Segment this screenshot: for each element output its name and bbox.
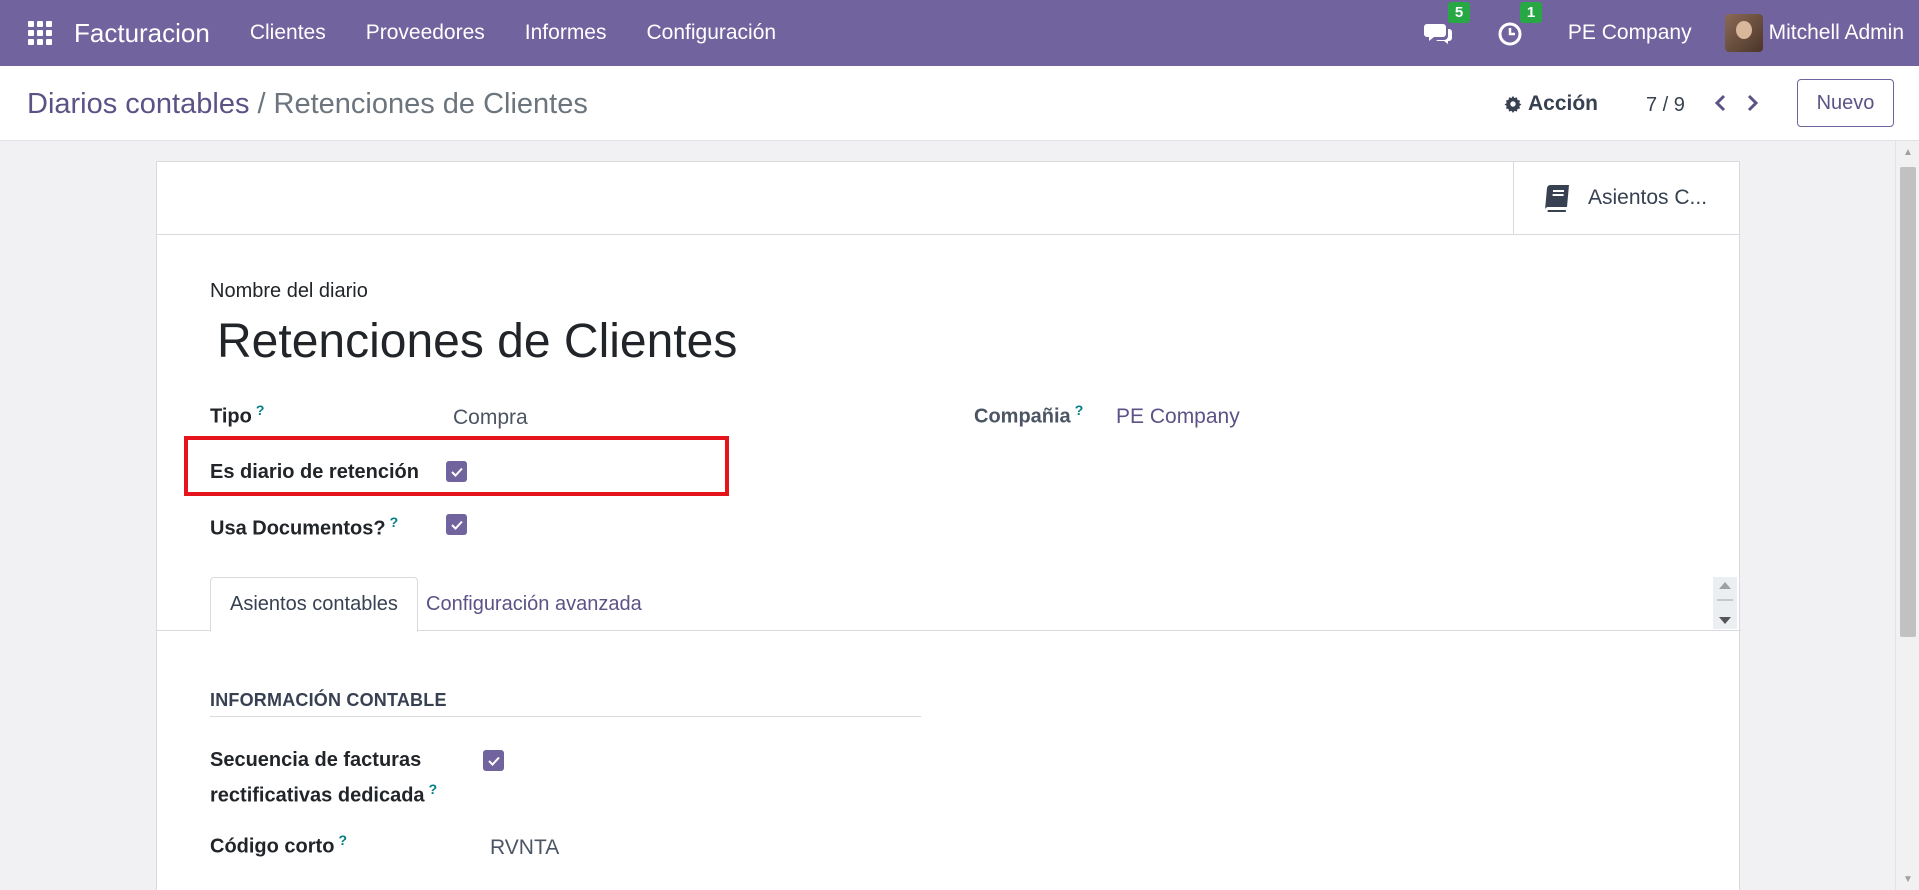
activities-badge: 1	[1519, 2, 1543, 23]
breadcrumb-separator: /	[257, 88, 266, 120]
messages-icon[interactable]: 5	[1423, 2, 1471, 48]
top-navbar: Facturacion Clientes Proveedores Informe…	[0, 0, 1919, 66]
use-documents-checkbox[interactable]	[446, 514, 467, 535]
control-panel: Diarios contables / Retenciones de Cliente…	[0, 66, 1919, 141]
company-label: Compañia?	[974, 402, 1083, 429]
notebook-tabs: Asientos contables Configuración avanzad…	[157, 577, 1741, 632]
type-help-icon[interactable]: ?	[256, 402, 265, 418]
menu-informes[interactable]: Informes	[505, 21, 627, 45]
gear-icon	[1504, 95, 1522, 113]
journal-entries-smart-button[interactable]: Asientos C...	[1513, 162, 1739, 234]
form-sheet: Asientos C... Nombre del diario Retencio…	[156, 161, 1741, 890]
journal-name-label: Nombre del diario	[210, 280, 368, 302]
use-documents-help-icon[interactable]: ?	[390, 514, 399, 530]
tab-journal-entries[interactable]: Asientos contables	[210, 577, 418, 632]
withholding-journal-checkbox[interactable]	[446, 461, 467, 482]
type-label: Tipo?	[210, 402, 264, 429]
new-button[interactable]: Nuevo	[1797, 79, 1894, 127]
short-code-field[interactable]: RVNTA	[490, 836, 559, 860]
breadcrumb: Diarios contables / Retenciones de Cliente…	[27, 88, 588, 121]
apps-menu-icon[interactable]	[28, 21, 52, 45]
section-title-accounting-info: INFORMACIÓN CONTABLE	[210, 690, 447, 710]
page-scrollbar[interactable]: ▲ ▼	[1895, 141, 1919, 890]
breadcrumb-parent-link[interactable]: Diarios contables	[27, 88, 249, 120]
checkmark-icon	[450, 467, 463, 477]
company-help-icon[interactable]: ?	[1075, 402, 1084, 418]
pager-value[interactable]: 7 / 9	[1646, 94, 1685, 117]
checkmark-icon	[450, 520, 463, 530]
action-label: Acción	[1528, 92, 1599, 115]
pager-next-icon[interactable]	[1741, 88, 1765, 118]
journal-entries-label: Asientos C...	[1588, 186, 1708, 209]
scroll-up-arrow-icon[interactable]: ▲	[1896, 141, 1919, 163]
messages-badge: 5	[1447, 2, 1471, 23]
section-divider	[210, 716, 921, 717]
activities-clock-icon[interactable]: 1	[1496, 2, 1543, 48]
menu-configuracion[interactable]: Configuración	[627, 21, 797, 45]
journal-name-field[interactable]: Retenciones de Clientes	[217, 314, 737, 369]
tab-advanced-settings[interactable]: Configuración avanzada	[407, 577, 661, 632]
checkmark-icon	[487, 756, 500, 766]
type-label-text: Tipo	[210, 405, 252, 428]
app-name[interactable]: Facturacion	[74, 18, 210, 49]
refund-sequence-label-line2: rectificativas dedicada?	[210, 781, 437, 808]
scroll-down-arrow-icon[interactable]: ▼	[1896, 868, 1919, 890]
use-documents-label: Usa Documentos??	[210, 514, 398, 541]
short-code-label-text: Código corto	[210, 835, 335, 858]
pager-previous-icon[interactable]	[1708, 88, 1732, 118]
company-label-text: Compañia	[974, 405, 1071, 428]
company-field[interactable]: PE Company	[1116, 405, 1240, 429]
short-code-help-icon[interactable]: ?	[338, 832, 347, 848]
user-avatar[interactable]	[1724, 14, 1763, 52]
use-documents-label-text: Usa Documentos?	[210, 517, 386, 540]
breadcrumb-current: Retenciones de Clientes	[273, 88, 588, 120]
refund-sequence-checkbox[interactable]	[483, 750, 504, 771]
refund-sequence-label-line1: Secuencia de facturas	[210, 749, 422, 771]
menu-proveedores[interactable]: Proveedores	[346, 21, 505, 45]
user-menu[interactable]: Mitchell Admin	[1769, 21, 1904, 45]
withholding-journal-label: Es diario de retención	[210, 461, 419, 483]
scrollbar-thumb[interactable]	[1900, 167, 1916, 637]
tab-scroll-control[interactable]	[1713, 577, 1737, 629]
short-code-label: Código corto?	[210, 832, 347, 859]
menu-clientes[interactable]: Clientes	[230, 21, 346, 45]
navbar-systray: 5 1 PE Company Mitchell Admin	[1423, 0, 1919, 66]
book-icon	[1545, 185, 1569, 212]
smart-button-box: Asientos C...	[157, 162, 1739, 235]
refund-sequence-label-text: rectificativas dedicada	[210, 784, 425, 807]
action-menu-button[interactable]: Acción	[1504, 92, 1598, 116]
refund-sequence-help-icon[interactable]: ?	[429, 781, 438, 797]
company-switcher[interactable]: PE Company	[1568, 21, 1692, 45]
type-field[interactable]: Compra	[453, 406, 528, 430]
